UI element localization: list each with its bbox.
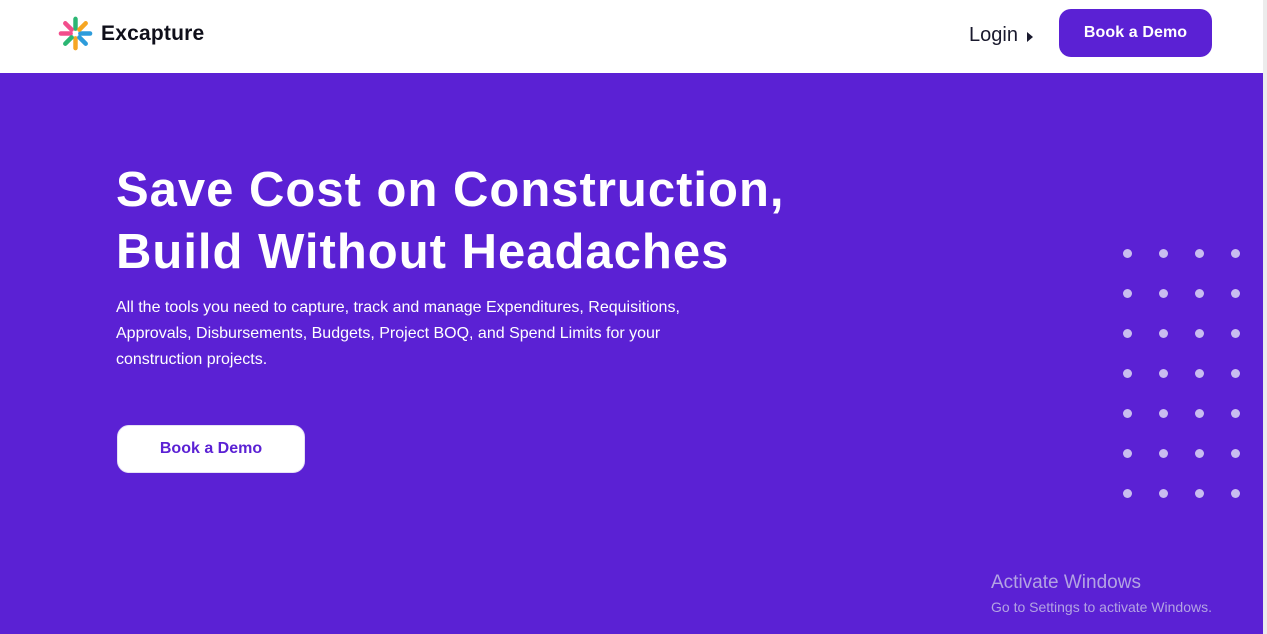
caret-right-icon xyxy=(1026,31,1033,42)
decorative-dot xyxy=(1231,449,1240,458)
decorative-dot xyxy=(1195,449,1204,458)
decorative-dot xyxy=(1123,409,1132,418)
decorative-dot xyxy=(1159,329,1168,338)
page-scrollbar[interactable] xyxy=(1263,0,1267,634)
decorative-dot xyxy=(1195,369,1204,378)
decorative-dot xyxy=(1123,329,1132,338)
decorative-dot xyxy=(1159,249,1168,258)
login-label: Login xyxy=(969,24,1018,46)
book-demo-button-nav[interactable]: Book a Demo xyxy=(1059,9,1212,57)
decorative-dot xyxy=(1195,489,1204,498)
login-link[interactable]: Login xyxy=(969,24,1033,47)
decorative-dot xyxy=(1159,289,1168,298)
decorative-dot xyxy=(1159,369,1168,378)
decorative-dot xyxy=(1159,449,1168,458)
decorative-dot xyxy=(1195,409,1204,418)
decorative-dot xyxy=(1123,489,1132,498)
asterisk-logo-icon xyxy=(58,16,93,51)
decorative-dot xyxy=(1195,289,1204,298)
windows-activation-watermark: Activate Windows Go to Settings to activ… xyxy=(991,571,1212,617)
dot-grid-decoration xyxy=(1123,249,1247,501)
hero-section: Save Cost on Construction, Build Without… xyxy=(0,73,1263,634)
watermark-subtitle: Go to Settings to activate Windows. xyxy=(991,599,1212,615)
decorative-dot xyxy=(1159,489,1168,498)
decorative-dot xyxy=(1231,369,1240,378)
hero-headline: Save Cost on Construction, Build Without… xyxy=(116,159,785,283)
decorative-dot xyxy=(1231,329,1240,338)
decorative-dot xyxy=(1195,329,1204,338)
decorative-dot xyxy=(1231,289,1240,298)
decorative-dot xyxy=(1123,289,1132,298)
hero-subtext: All the tools you need to capture, track… xyxy=(116,299,680,368)
decorative-dot xyxy=(1195,249,1204,258)
decorative-dot xyxy=(1231,249,1240,258)
brand-name: Excapture xyxy=(101,21,205,45)
book-demo-button-hero[interactable]: Book a Demo xyxy=(117,425,305,473)
decorative-dot xyxy=(1159,409,1168,418)
headline-line-2: Build Without Headaches xyxy=(116,225,730,279)
watermark-title: Activate Windows xyxy=(991,572,1141,593)
decorative-dot xyxy=(1231,489,1240,498)
decorative-dot xyxy=(1123,249,1132,258)
brand-logo[interactable]: Excapture xyxy=(58,16,204,51)
decorative-dot xyxy=(1231,409,1240,418)
decorative-dot xyxy=(1123,449,1132,458)
headline-line-1: Save Cost on Construction, xyxy=(116,163,785,217)
top-navbar: Excapture Login Book a Demo xyxy=(0,0,1263,73)
decorative-dot xyxy=(1123,369,1132,378)
